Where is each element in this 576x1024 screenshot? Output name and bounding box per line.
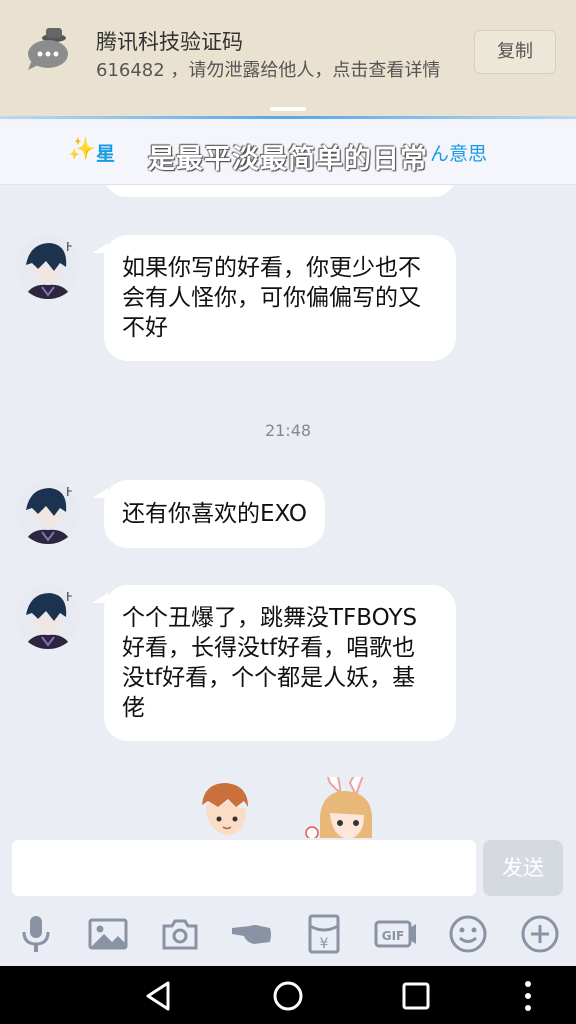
sticker-row[interactable] (190, 769, 390, 840)
gif-icon[interactable]: GIF (374, 912, 418, 956)
avatar[interactable]: F (16, 480, 80, 544)
chat-area[interactable]: F 如果你写的好看，你更少也不会有人怪你，可你偏偏写的又不好 21:48 F 还… (0, 185, 576, 840)
svg-text:F: F (66, 240, 73, 254)
svg-text:F: F (66, 590, 73, 604)
group-header[interactable]: ✨ 星 ん意思 是最平淡最简单的日常 (0, 119, 576, 185)
composer-toolbar: ¥ GIF (0, 900, 576, 966)
home-icon[interactable] (271, 979, 305, 1013)
red-packet-icon[interactable]: ¥ (302, 912, 346, 956)
back-icon[interactable] (142, 979, 176, 1013)
image-icon[interactable] (86, 912, 130, 956)
message-bubble[interactable]: 个个丑爆了，跳舞没TFBOYS好看，长得没tf好看，唱歌也没tf好看，个个都是人… (104, 585, 456, 741)
message-input[interactable] (12, 840, 476, 896)
copy-button[interactable]: 复制 (474, 30, 556, 74)
notification-body[interactable]: 616482 ，请勿泄露给他人，点击查看详情 (96, 56, 440, 82)
svg-text:¥: ¥ (320, 936, 329, 952)
message-text: 还有你喜欢的EXO (122, 501, 307, 527)
chat-bubble-icon (26, 26, 76, 72)
group-header-title: 是最平淡最简单的日常 (148, 144, 428, 175)
svg-text:GIF: GIF (382, 929, 405, 943)
svg-text:F: F (66, 485, 73, 499)
recents-icon[interactable] (399, 979, 433, 1013)
avatar[interactable]: F (16, 585, 80, 649)
message-bubble[interactable]: 还有你喜欢的EXO (104, 480, 325, 548)
message-composer: 发送 (0, 838, 576, 900)
notification-banner[interactable]: 腾讯科技验证码 616482 ，请勿泄露给他人，点击查看详情 复制 (0, 0, 576, 116)
more-icon[interactable] (511, 979, 545, 1013)
message-text: 个个丑爆了，跳舞没TFBOYS好看，长得没tf好看，唱歌也没tf好看，个个都是人… (122, 605, 418, 721)
previous-message-bubble[interactable] (104, 185, 456, 197)
message-timestamp: 21:48 (264, 421, 312, 440)
emoji-icon[interactable] (446, 912, 490, 956)
system-navigation-bar (0, 966, 576, 1024)
notification-divider (0, 116, 576, 119)
poke-icon[interactable] (230, 912, 274, 956)
notification-title: 腾讯科技验证码 (96, 30, 243, 54)
send-button[interactable]: 发送 (483, 840, 563, 896)
camera-icon[interactable] (158, 912, 202, 956)
message-bubble[interactable]: 如果你写的好看，你更少也不会有人怪你，可你偏偏写的又不好 (104, 235, 456, 361)
microphone-icon[interactable] (14, 912, 58, 956)
plus-icon[interactable] (518, 912, 562, 956)
message-text: 如果你写的好看，你更少也不会有人怪你，可你偏偏写的又不好 (122, 255, 421, 341)
notification-handle[interactable] (270, 107, 306, 111)
avatar[interactable]: F (16, 235, 80, 299)
